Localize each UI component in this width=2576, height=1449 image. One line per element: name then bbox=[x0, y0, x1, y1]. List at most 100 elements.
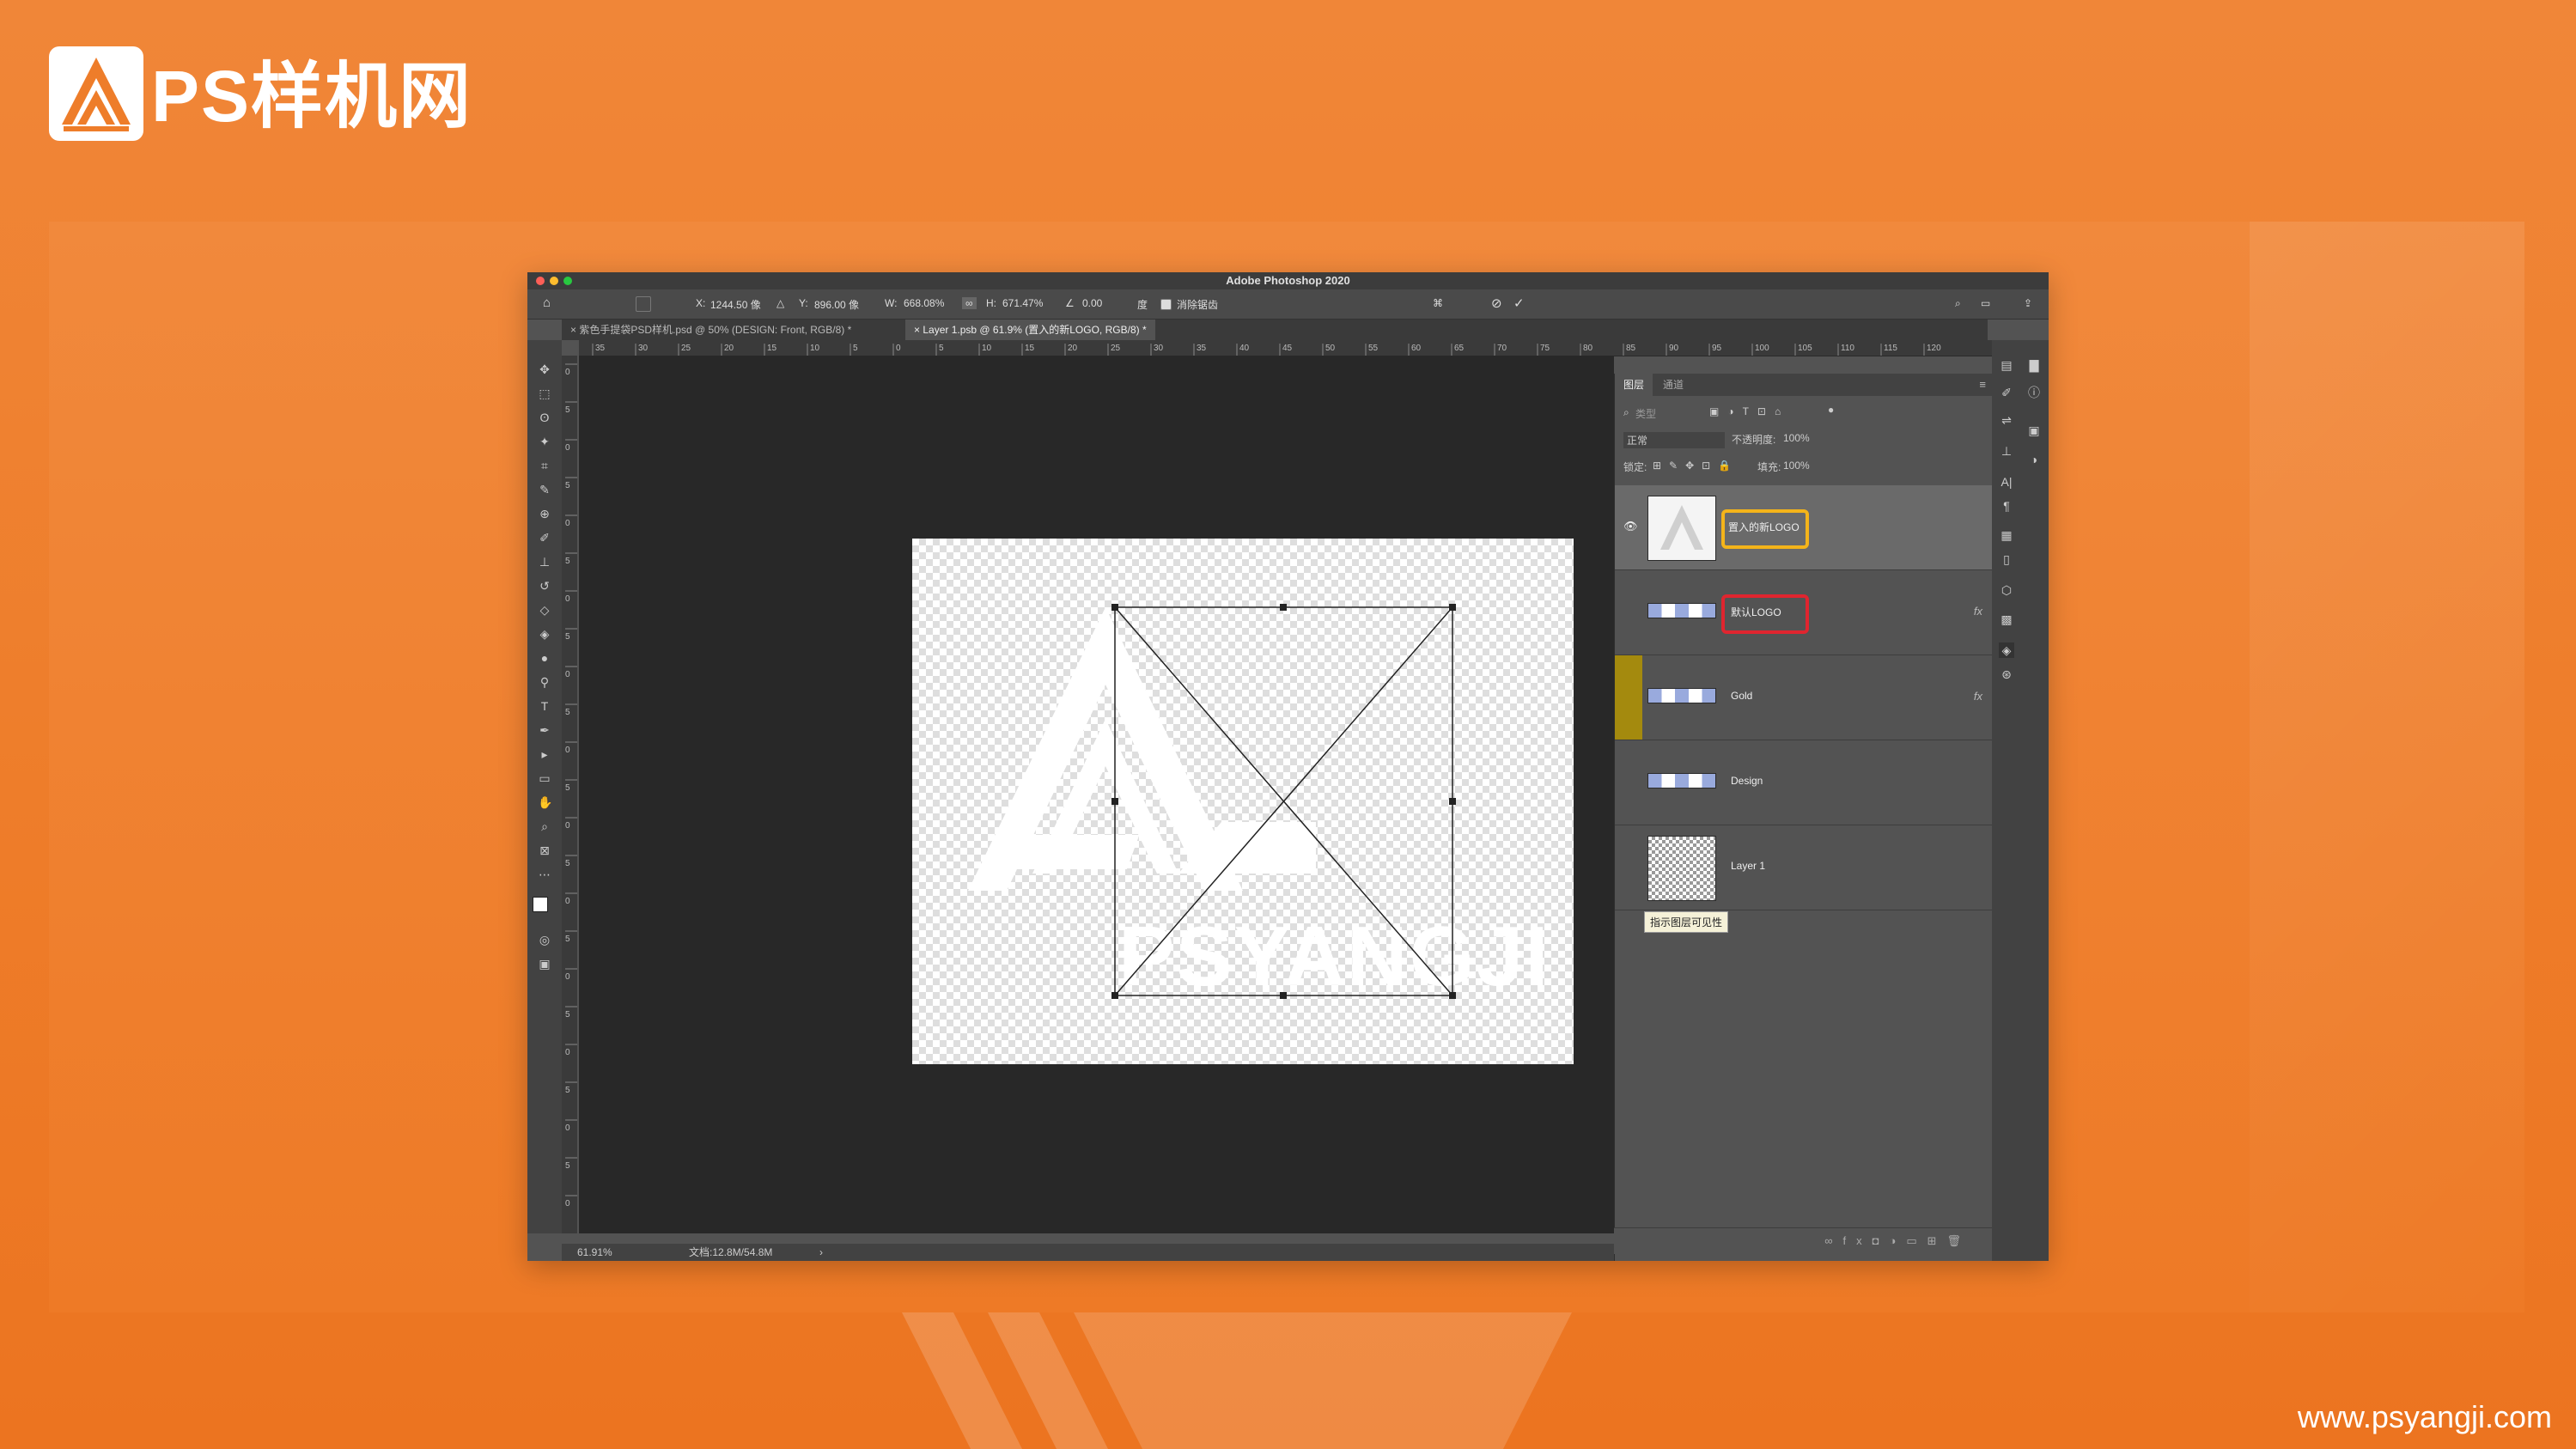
clone-source-icon[interactable]: ⊥ bbox=[1999, 443, 2014, 459]
zoom-level[interactable]: 61.91% bbox=[577, 1244, 612, 1261]
layer-row-new-logo[interactable]: 👁 置入的新LOGO bbox=[1615, 485, 2017, 570]
filter-icons[interactable]: ▣◑T⊡⌂ bbox=[1709, 405, 1789, 417]
close-button[interactable] bbox=[536, 277, 545, 285]
ruler-label: 120 bbox=[1927, 344, 1941, 353]
layer-name[interactable]: 置入的新LOGO bbox=[1728, 520, 1800, 534]
reference-point-icon[interactable] bbox=[636, 296, 651, 312]
healing-brush-icon[interactable]: ⊕ bbox=[538, 507, 551, 521]
tab-document-2[interactable]: × Layer 1.psb @ 61.9% (置入的新LOGO, RGB/8) … bbox=[905, 320, 1155, 340]
history-brush-icon[interactable]: ↺ bbox=[538, 579, 551, 593]
layer-name[interactable]: Gold bbox=[1731, 690, 1752, 702]
character-icon[interactable]: A| bbox=[1999, 474, 2014, 490]
dodge-tool-icon[interactable]: ⚲ bbox=[538, 675, 551, 689]
layer-fx-icon[interactable]: fx bbox=[1974, 690, 1982, 703]
lasso-tool-icon[interactable]: ʘ bbox=[538, 411, 551, 424]
placed-logo[interactable]: PSYANGJI bbox=[912, 539, 1574, 1064]
history-icon[interactable]: ▤ bbox=[1999, 357, 2014, 373]
eyedropper-icon[interactable]: ✎ bbox=[538, 483, 551, 496]
layer-name[interactable]: Layer 1 bbox=[1731, 860, 1765, 872]
3d-icon[interactable]: ⬡ bbox=[1999, 582, 2014, 598]
minimize-button[interactable] bbox=[550, 277, 558, 285]
path-select-icon[interactable]: ▸ bbox=[538, 747, 551, 761]
tab-channels[interactable]: 通道 bbox=[1654, 374, 1692, 396]
thumbnail-logo-icon bbox=[1660, 505, 1703, 550]
frame-tool-icon[interactable]: ⊠ bbox=[538, 843, 551, 857]
h-field[interactable]: 671.47% bbox=[1002, 297, 1043, 309]
commit-transform-icon[interactable]: ✓ bbox=[1513, 295, 1525, 311]
workspace-icon[interactable]: ▭ bbox=[1981, 297, 1990, 309]
warp-icon[interactable]: ⌘ bbox=[1433, 297, 1443, 309]
opacity-field[interactable]: 100% bbox=[1783, 432, 1810, 444]
libraries-icon[interactable]: ▦ bbox=[1999, 527, 2014, 543]
tab-document-1[interactable]: × 紫色手提袋PSD样机.psd @ 50% (DESIGN: Front, R… bbox=[562, 320, 860, 340]
type-tool-icon[interactable]: T bbox=[538, 699, 551, 713]
pen-tool-icon[interactable]: ✒ bbox=[538, 723, 551, 737]
share-icon[interactable]: ⇪ bbox=[2024, 297, 2032, 309]
layer-name[interactable]: 默认LOGO bbox=[1731, 605, 1781, 619]
maximize-button[interactable] bbox=[563, 277, 572, 285]
home-icon[interactable]: ⌂ bbox=[543, 295, 551, 310]
fill-field[interactable]: 100% bbox=[1783, 460, 1810, 472]
blend-mode-select[interactable]: 正常 bbox=[1623, 432, 1725, 448]
foreground-color-swatch[interactable] bbox=[533, 897, 548, 912]
layer-row-layer-1[interactable]: Layer 1 bbox=[1615, 825, 2017, 910]
filter-toggle-icon[interactable]: ● bbox=[1828, 404, 1834, 416]
layer-color-tag[interactable] bbox=[1615, 655, 1642, 740]
angle-field[interactable]: 0.00 bbox=[1082, 297, 1102, 309]
histogram-icon[interactable]: ▇ bbox=[2026, 357, 2042, 373]
canvas-area[interactable]: PSYANGJI bbox=[579, 356, 1614, 1233]
screen-mode-icon[interactable]: ▣ bbox=[538, 957, 551, 971]
zoom-tool-icon[interactable]: ⌕ bbox=[538, 819, 551, 833]
search-icon[interactable]: ⌕ bbox=[1955, 297, 1961, 310]
layers-icon[interactable]: ◈ bbox=[1999, 642, 2014, 658]
filter-kind-select[interactable]: 类型 bbox=[1635, 406, 1656, 421]
layer-row-default-logo[interactable]: 默认LOGO fx bbox=[1615, 570, 2017, 655]
lock-icons[interactable]: ⊞✎✥⊡🔒 bbox=[1653, 460, 1739, 472]
move-tool-icon[interactable]: ✥ bbox=[538, 362, 551, 376]
document-canvas[interactable]: PSYANGJI bbox=[912, 539, 1574, 1064]
eraser-icon[interactable]: ◇ bbox=[538, 603, 551, 617]
visibility-eye-icon[interactable]: 👁 bbox=[1623, 520, 1638, 533]
brush-settings-icon[interactable]: ✐ bbox=[1999, 385, 2014, 400]
marquee-tool-icon[interactable]: ⬚ bbox=[538, 387, 551, 400]
link-icon[interactable]: ∞ bbox=[962, 297, 977, 309]
panel-menu-icon[interactable]: ≡ bbox=[1979, 378, 1986, 391]
properties-icon[interactable]: ▣ bbox=[2026, 423, 2042, 438]
window-title: Adobe Photoshop 2020 bbox=[1226, 274, 1350, 287]
delta-icon[interactable]: △ bbox=[776, 297, 784, 309]
brush-tool-icon[interactable]: ✐ bbox=[538, 531, 551, 545]
layer-row-gold[interactable]: Gold fx bbox=[1615, 655, 2017, 740]
close-tab-icon[interactable]: × bbox=[570, 324, 579, 336]
channels-icon[interactable]: ⊛ bbox=[1999, 667, 2014, 682]
swatches-icon[interactable]: ▩ bbox=[1999, 612, 2014, 627]
adjustments-icon[interactable]: ⇌ bbox=[1999, 412, 2014, 428]
antialias-checkbox[interactable] bbox=[1160, 299, 1172, 310]
paint-bucket-icon[interactable]: ◈ bbox=[538, 627, 551, 641]
y-field[interactable]: 896.00 像 bbox=[814, 297, 859, 312]
tab-layers[interactable]: 图层 bbox=[1615, 374, 1653, 396]
magic-wand-icon[interactable]: ✦ bbox=[538, 435, 551, 448]
crop-tool-icon[interactable]: ⌗ bbox=[538, 459, 551, 472]
shape-tool-icon[interactable]: ▭ bbox=[538, 771, 551, 785]
layer-footer-icons[interactable]: ∞fx◘◑▭⊞🗑 bbox=[1824, 1234, 1971, 1248]
layer-row-design[interactable]: Design bbox=[1615, 740, 2017, 825]
close-tab-icon[interactable]: × bbox=[914, 324, 923, 336]
blur-tool-icon[interactable]: ● bbox=[538, 651, 551, 665]
layer-name[interactable]: Design bbox=[1731, 775, 1763, 787]
clone-stamp-icon[interactable]: ⊥ bbox=[538, 555, 551, 569]
color-icon[interactable]: ◑ bbox=[2026, 452, 2042, 467]
w-label: W: bbox=[885, 297, 898, 309]
cancel-transform-icon[interactable]: ⊘ bbox=[1491, 295, 1502, 311]
hand-tool-icon[interactable]: ✋ bbox=[538, 795, 552, 809]
footer-url[interactable]: www.psyangji.com bbox=[2298, 1399, 2552, 1435]
x-field[interactable]: 1244.50 像 bbox=[710, 297, 761, 312]
more-tools-icon[interactable]: ⋯ bbox=[538, 868, 551, 881]
status-arrow-icon[interactable]: › bbox=[819, 1244, 823, 1261]
w-field[interactable]: 668.08% bbox=[904, 297, 944, 309]
quick-mask-icon[interactable]: ◎ bbox=[538, 933, 551, 947]
notes-icon[interactable]: ▯ bbox=[1999, 551, 2014, 567]
layer-fx-icon[interactable]: fx bbox=[1974, 605, 1982, 618]
ruler-label: 25 bbox=[681, 344, 691, 353]
paragraph-icon[interactable]: ¶ bbox=[1999, 498, 2014, 514]
info-icon[interactable]: ⓘ bbox=[2026, 385, 2042, 400]
